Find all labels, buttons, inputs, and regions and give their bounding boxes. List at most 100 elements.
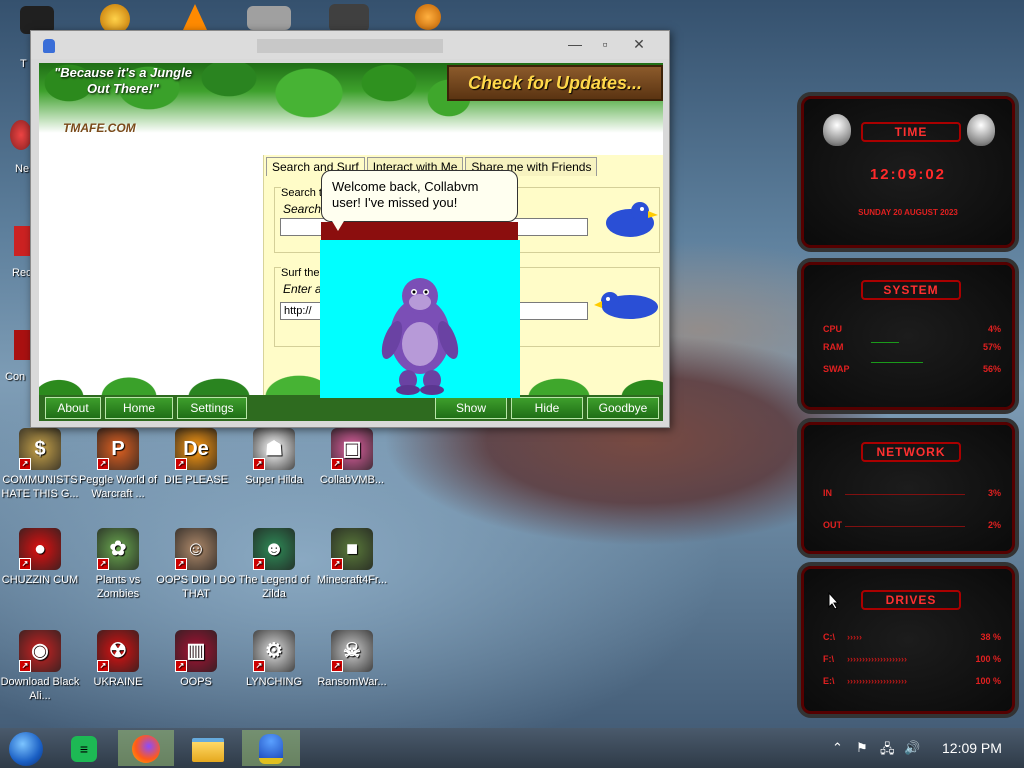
icon-label: UKRAINE	[93, 676, 143, 688]
shortcut-arrow-icon: ↗	[97, 558, 109, 570]
top-icon-6[interactable]	[408, 4, 448, 33]
start-orb-icon	[9, 732, 43, 766]
icon-label: Minecraft4Fr...	[316, 574, 388, 586]
drive-e-row: E:\ ›››››››››››››››››››› 100 %	[823, 676, 1001, 686]
about-button[interactable]: About	[45, 397, 101, 419]
time-gadget[interactable]: TIME 12:09:02 SUNDAY 20 AUGUST 2023	[797, 92, 1019, 252]
volume-icon[interactable]: 🔊	[904, 740, 920, 756]
close-button[interactable]: ✕	[627, 35, 651, 53]
shortcut-arrow-icon: ↗	[19, 558, 31, 570]
shortcut-arrow-icon: ↗	[331, 558, 343, 570]
show-button[interactable]: Show	[435, 397, 507, 419]
partial-icon[interactable]	[14, 226, 30, 256]
icon-lynching[interactable]: ⚙ ↗ LYNCHING	[234, 630, 314, 689]
icon-label: LYNCHING	[245, 676, 303, 688]
communists-icon: $ ↗	[19, 428, 61, 470]
icon-oops[interactable]: ▥ ↗ OOPS	[156, 630, 236, 689]
window-title	[257, 39, 443, 53]
goodbye-button[interactable]: Goodbye	[587, 397, 659, 419]
speech-bubble: Welcome back, Collabvm user! I've missed…	[321, 170, 518, 231]
partial-icon[interactable]	[10, 120, 32, 150]
home-button[interactable]: Home	[105, 397, 173, 419]
minimize-button[interactable]: —	[563, 35, 587, 53]
bird-icon	[598, 195, 658, 245]
shortcut-arrow-icon: ↗	[253, 660, 265, 672]
icon-download-black[interactable]: ◉ ↗ Download Black Ali...	[0, 630, 80, 703]
network-icon[interactable]: 🖧	[880, 740, 895, 762]
search-group-label: Search t	[281, 187, 322, 199]
icon-plants[interactable]: ✿ ↗ Plants vs Zombies	[78, 528, 158, 601]
icon-label: Plants vs Zombies	[95, 574, 141, 600]
app-icon	[415, 4, 441, 30]
date-value: SUNDAY 20 AUGUST 2023	[858, 208, 958, 217]
icon-super-hilda[interactable]: ☗ ↗ Super Hilda	[234, 428, 314, 487]
slogan: "Because it's a Jungle Out There!"	[54, 65, 192, 96]
oops-did-icon: ☺ ↗	[175, 528, 217, 570]
bonzi-app-button[interactable]	[242, 730, 300, 766]
icon-label: COMMUNISTS HATE THIS G...	[1, 474, 79, 500]
network-title: NETWORK	[861, 442, 961, 462]
icon-die-please[interactable]: De ↗ DIE PLEASE	[156, 428, 236, 487]
shortcut-arrow-icon: ↗	[175, 558, 187, 570]
bonzi-character-area[interactable]	[320, 240, 520, 398]
lynching-icon: ⚙ ↗	[253, 630, 295, 672]
partial-label-2: Rec	[12, 267, 32, 279]
network-gadget[interactable]: NETWORK IN 3% OUT 2%	[797, 418, 1019, 558]
icon-label: Download Black Ali...	[0, 676, 80, 702]
hide-button[interactable]: Hide	[511, 397, 583, 419]
flag-icon[interactable]: ⚑	[856, 740, 868, 756]
time-value: 12:09:02	[869, 166, 947, 183]
peggle-icon: P ↗	[97, 428, 139, 470]
app-icon	[247, 6, 291, 30]
clock[interactable]: 12:09 PM	[942, 740, 1002, 756]
icon-peggle[interactable]: P ↗ Peggle World of Warcraft ...	[78, 428, 158, 501]
icon-ransomware[interactable]: ☠ ↗ RansomWar...	[312, 630, 392, 689]
bubble-text: Welcome back, Collabvm user! I've missed…	[332, 179, 479, 210]
notes-app-button[interactable]: ≡	[62, 730, 106, 766]
zilda-icon: ☻ ↗	[253, 528, 295, 570]
bottom-button-bar: About Home Settings Show Hide Goodbye	[39, 395, 663, 421]
top-icon-4[interactable]	[244, 6, 294, 33]
maximize-button[interactable]: ▫	[593, 35, 617, 53]
firefox-button[interactable]	[118, 730, 174, 766]
bonzi-gorilla-icon[interactable]	[320, 240, 520, 398]
bird-flying-icon	[594, 281, 658, 331]
drives-gadget[interactable]: DRIVES C:\ ››››› 38 % F:\ ›››››››››››››››››…	[797, 562, 1019, 718]
icon-ukraine[interactable]: ☢ ↗ UKRAINE	[78, 630, 158, 689]
oops-icon: ▥ ↗	[175, 630, 217, 672]
icon-zilda[interactable]: ☻ ↗ The Legend of Zilda	[234, 528, 314, 601]
shortcut-arrow-icon: ↗	[253, 558, 265, 570]
collabvmb-icon: ▣ ↗	[331, 428, 373, 470]
icon-communists[interactable]: $ ↗ COMMUNISTS HATE THIS G...	[0, 428, 80, 501]
icon-label: OOPS	[180, 676, 212, 688]
plants-icon: ✿ ↗	[97, 528, 139, 570]
settings-button[interactable]: Settings	[177, 397, 247, 419]
ram-row: RAM 57%	[823, 342, 1001, 352]
time-title: TIME	[861, 122, 961, 142]
title-bar[interactable]: — ▫ ✕	[31, 31, 669, 59]
partial-icon[interactable]	[14, 330, 30, 360]
start-orb-button[interactable]	[4, 730, 48, 766]
show-hidden-icons[interactable]: ⌃	[832, 740, 843, 756]
icon-collabvmb[interactable]: ▣ ↗ CollabVMB...	[312, 428, 392, 487]
icon-oops-did[interactable]: ☺ ↗ OOPS DID I DO THAT	[156, 528, 236, 601]
shortcut-arrow-icon: ↗	[175, 458, 187, 470]
system-title: SYSTEM	[861, 280, 961, 300]
drive-f-row: F:\ ›››››››››››››››››››› 100 %	[823, 654, 1001, 664]
icon-chuzzin[interactable]: ● ↗ CHUZZIN CUM	[0, 528, 80, 587]
surf-group-label: Surf the	[281, 267, 320, 279]
surf-hint: Enter a	[283, 282, 322, 296]
top-icon-vlc[interactable]	[175, 4, 215, 33]
shortcut-arrow-icon: ↗	[19, 660, 31, 672]
check-updates-button[interactable]: Check for Updates...	[447, 65, 663, 101]
alien-icon	[967, 114, 995, 146]
minecraft-icon: ■ ↗	[331, 528, 373, 570]
icon-minecraft[interactable]: ■ ↗ Minecraft4Fr...	[312, 528, 392, 587]
system-gadget[interactable]: SYSTEM CPU 4% RAM 57% SWAP 56%	[797, 258, 1019, 414]
file-explorer-button[interactable]	[186, 730, 230, 766]
partial-label-3: Con	[5, 371, 26, 383]
net-out-row: OUT 2%	[823, 520, 1001, 530]
ukraine-icon: ☢ ↗	[97, 630, 139, 672]
drives-title: DRIVES	[861, 590, 961, 610]
notes-icon: ≡	[71, 736, 97, 762]
